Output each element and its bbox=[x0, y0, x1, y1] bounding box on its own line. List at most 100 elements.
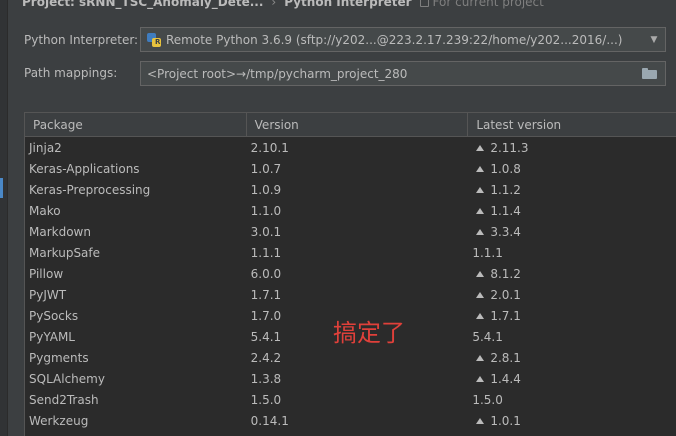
latest-version-cell: 1.5.0 bbox=[468, 389, 676, 410]
package-version: 1.3.8 bbox=[250, 371, 282, 386]
package-version: 2.4.2 bbox=[250, 350, 282, 365]
breadcrumb-project[interactable]: Project: sRNN_TSC_Anomaly_Dete... bbox=[22, 0, 263, 9]
latest-version-cell: 5.4.1 bbox=[468, 326, 676, 347]
latest-version-cell: 1.4.4 bbox=[468, 368, 676, 389]
latest-version-cell: 8.1.2 bbox=[468, 263, 676, 284]
package-version: 1.0.9 bbox=[250, 182, 282, 197]
latest-version: 1.0.1 bbox=[490, 413, 521, 428]
upgrade-arrow-icon[interactable] bbox=[476, 186, 485, 193]
table-row[interactable]: Keras-Applications 1.0.7 1.0.8 bbox=[25, 158, 676, 179]
table-row[interactable]: Markdown 3.0.1 3.3.4 bbox=[25, 221, 676, 242]
latest-version: 2.11.3 bbox=[490, 140, 529, 155]
column-header-package[interactable]: Package bbox=[25, 113, 247, 136]
upgrade-arrow-icon[interactable] bbox=[476, 312, 485, 319]
table-row[interactable]: Keras-Preprocessing 1.0.9 1.1.2 bbox=[25, 179, 676, 200]
folder-icon[interactable] bbox=[642, 68, 657, 79]
upgrade-arrow-icon[interactable] bbox=[476, 228, 485, 235]
latest-version: 1.7.1 bbox=[490, 308, 521, 323]
packages-table[interactable]: Package Version Latest version Jinja2 2.1… bbox=[24, 112, 676, 436]
annotation-text: 搞定了 bbox=[333, 319, 405, 347]
table-row[interactable]: MarkupSafe 1.1.1 1.1.1 bbox=[25, 242, 676, 263]
package-version: 0.14.1 bbox=[250, 413, 289, 428]
latest-version-cell: 1.1.4 bbox=[468, 200, 676, 221]
package-version: 6.0.0 bbox=[250, 266, 282, 281]
package-name: MarkupSafe bbox=[29, 245, 101, 260]
upgrade-arrow-icon[interactable] bbox=[476, 354, 485, 361]
gutter-selection-marker bbox=[0, 178, 3, 198]
latest-version: 1.1.1 bbox=[472, 245, 503, 260]
latest-version: 1.1.4 bbox=[490, 203, 521, 218]
latest-version: 2.8.1 bbox=[490, 350, 521, 365]
package-version: 1.1.0 bbox=[250, 203, 282, 218]
latest-version: 1.0.8 bbox=[490, 161, 521, 176]
upgrade-arrow-icon[interactable] bbox=[476, 144, 485, 151]
table-row[interactable]: Jinja2 2.10.1 2.11.3 bbox=[25, 137, 676, 158]
scope-label: For current project bbox=[432, 0, 544, 9]
project-scope-icon bbox=[419, 0, 429, 7]
package-name: Markdown bbox=[29, 224, 91, 239]
interpreter-value: Remote Python 3.6.9 (sftp://y202...@223.… bbox=[166, 32, 623, 47]
upgrade-arrow-icon[interactable] bbox=[476, 165, 485, 172]
path-mappings-label: Path mappings: bbox=[24, 66, 118, 80]
interpreter-label: Python Interpreter: bbox=[24, 33, 139, 47]
path-mappings-field[interactable]: <Project root>→/tmp/pycharm_project_280 bbox=[140, 61, 666, 86]
package-name: SQLAlchemy bbox=[29, 371, 105, 386]
latest-version-cell: 2.11.3 bbox=[468, 137, 676, 158]
latest-version: 5.4.1 bbox=[472, 329, 503, 344]
column-header-latest-version[interactable]: Latest version bbox=[468, 113, 676, 136]
table-row[interactable]: Send2Trash 1.5.0 1.5.0 bbox=[25, 389, 676, 410]
latest-version-cell: 2.8.1 bbox=[468, 347, 676, 368]
latest-version: 1.4.4 bbox=[490, 371, 521, 386]
upgrade-arrow-icon[interactable] bbox=[476, 270, 485, 277]
package-name: PySocks bbox=[29, 308, 79, 323]
latest-version-cell: 1.1.1 bbox=[468, 242, 676, 263]
table-row[interactable]: Pillow 6.0.0 8.1.2 bbox=[25, 263, 676, 284]
latest-version-cell: 3.3.4 bbox=[468, 221, 676, 242]
upgrade-arrow-icon[interactable] bbox=[476, 375, 485, 382]
package-name: PyJWT bbox=[29, 287, 67, 302]
package-name: Keras-Preprocessing bbox=[29, 182, 151, 197]
package-name: Mako bbox=[29, 203, 61, 218]
upgrade-arrow-icon[interactable] bbox=[476, 417, 485, 424]
table-row[interactable]: SQLAlchemy 1.3.8 1.4.4 bbox=[25, 368, 676, 389]
breadcrumb-separator: › bbox=[271, 0, 277, 9]
upgrade-arrow-icon[interactable] bbox=[476, 291, 485, 298]
latest-version: 1.1.2 bbox=[490, 182, 521, 197]
left-gutter bbox=[0, 0, 8, 436]
package-version: 1.7.1 bbox=[250, 287, 282, 302]
table-row[interactable]: Pygments 2.4.2 2.8.1 bbox=[25, 347, 676, 368]
python-remote-icon: R bbox=[147, 32, 161, 47]
upgrade-arrow-icon[interactable] bbox=[476, 207, 485, 214]
package-name: Jinja2 bbox=[29, 140, 62, 155]
package-version: 1.0.7 bbox=[250, 161, 282, 176]
package-version: 1.5.0 bbox=[250, 392, 282, 407]
package-name: Pygments bbox=[29, 350, 89, 365]
latest-version: 2.0.1 bbox=[490, 287, 521, 302]
latest-version-cell: 2.0.1 bbox=[468, 284, 676, 305]
breadcrumb-page: Python Interpreter bbox=[284, 0, 412, 9]
package-version: 1.1.1 bbox=[250, 245, 282, 260]
breadcrumb: Project: sRNN_TSC_Anomaly_Dete... › Pyth… bbox=[22, 0, 544, 10]
package-name: PyYAML bbox=[29, 329, 75, 344]
table-body: Jinja2 2.10.1 2.11.3 Keras-Applications 1.0.… bbox=[25, 137, 676, 431]
latest-version-cell: 1.0.1 bbox=[468, 410, 676, 431]
latest-version-cell: 1.7.1 bbox=[468, 305, 676, 326]
package-version: 3.0.1 bbox=[250, 224, 282, 239]
latest-version: 8.1.2 bbox=[490, 266, 521, 281]
table-header: Package Version Latest version bbox=[25, 113, 676, 137]
latest-version-cell: 1.1.2 bbox=[468, 179, 676, 200]
latest-version: 1.5.0 bbox=[472, 392, 503, 407]
package-version: 2.10.1 bbox=[250, 140, 289, 155]
table-row[interactable]: PyJWT 1.7.1 2.0.1 bbox=[25, 284, 676, 305]
package-name: Pillow bbox=[29, 266, 64, 281]
package-name: Send2Trash bbox=[29, 392, 99, 407]
table-row[interactable]: Mako 1.1.0 1.1.4 bbox=[25, 200, 676, 221]
column-header-version[interactable]: Version bbox=[247, 113, 469, 136]
table-row[interactable]: Werkzeug 0.14.1 1.0.1 bbox=[25, 410, 676, 431]
chevron-down-icon[interactable]: ▼ bbox=[643, 35, 665, 45]
interpreter-select[interactable]: R Remote Python 3.6.9 (sftp://y202...@22… bbox=[140, 27, 666, 52]
package-name: Werkzeug bbox=[29, 413, 89, 428]
path-mappings-value: <Project root>→/tmp/pycharm_project_280 bbox=[147, 66, 408, 81]
latest-version-cell: 1.0.8 bbox=[468, 158, 676, 179]
package-name: Keras-Applications bbox=[29, 161, 140, 176]
